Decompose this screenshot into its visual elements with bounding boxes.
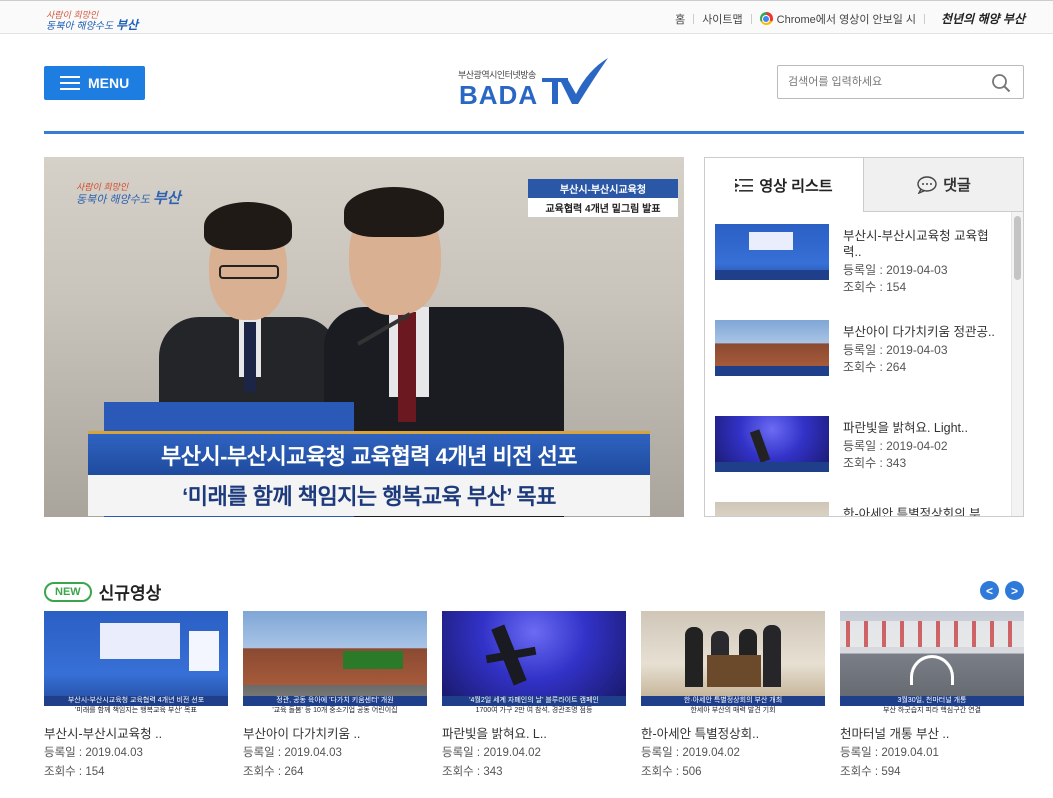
video-card[interactable]: 한·아세안 특별정상회의 부산 개최 한세아 부산의 매력 발견 기회 한-아세안… <box>641 611 825 781</box>
list-item-date: 등록일 : 2019-04-03 <box>843 263 948 277</box>
header-divider <box>44 131 1024 134</box>
video-card-views: 조회수 : 264 <box>243 766 304 778</box>
tab-video-list[interactable]: 영상 리스트 <box>705 158 864 212</box>
video-thumbnail[interactable]: 3월30일, 천마터널 개통 부산 하굿습지 피라 핵심구간 연결 <box>840 611 1024 716</box>
video-card-title[interactable]: 파란빛을 밝혀요. L.. <box>442 726 626 742</box>
new-videos-header: NEW 신규영상 <box>44 579 161 604</box>
main-video-player[interactable]: 사람이 희망인 동북아 해양수도 부산 부산시-부산시교육청 교육협력 4개년 … <box>44 157 684 517</box>
chevron-right-icon: > <box>1010 583 1018 598</box>
video-card-views: 조회수 : 343 <box>442 766 503 778</box>
video-thumbnail[interactable] <box>715 320 829 386</box>
divider <box>693 13 695 24</box>
list-item-title[interactable]: 부산시-부산시교육청 교육협력.. <box>843 228 1003 260</box>
video-card-views: 조회수 : 594 <box>840 766 901 778</box>
video-brand-logo: 사람이 희망인 동북아 해양수도 부산 <box>76 182 181 207</box>
video-card[interactable]: 3월30일, 천마터널 개통 부산 하굿습지 피라 핵심구간 연결 천마터널 개통… <box>840 611 1024 781</box>
search-box <box>777 65 1024 99</box>
video-card-date: 등록일 : 2019.04.02 <box>442 747 541 759</box>
video-card-views: 조회수 : 154 <box>44 766 105 778</box>
list-item-title[interactable]: 파란빛을 밝혀요. Light.. <box>843 420 1003 436</box>
video-caption: 부산시-부산시교육청 교육협력 4개년 비전 선포 ‘미래를 함께 책임지는 행… <box>88 431 650 516</box>
scrollbar-thumb[interactable] <box>1014 216 1021 280</box>
new-badge: NEW <box>44 581 92 602</box>
top-utility-bar: 사람이 희망인 동북아 해양수도 부산 홈 사이트맵 Chrome에서 영상이 … <box>0 0 1053 34</box>
video-card[interactable]: 정관, 공동 육아에 '다가치 키움센터' 개원 '교육 돌봄' 등 10개 중소… <box>243 611 427 781</box>
list-item-views: 조회수 : 264 <box>843 360 907 374</box>
chrome-icon <box>759 12 773 25</box>
carousel-prev-button[interactable]: < <box>980 581 999 600</box>
tab-comments[interactable]: 댓글 <box>864 158 1023 212</box>
video-card[interactable]: 부산시-부산시교육청 교육협력 4개년 비전 선포 '미래를 함께 책임지는 행복… <box>44 611 228 781</box>
hamburger-icon <box>60 76 80 90</box>
comment-icon <box>917 175 937 194</box>
home-link[interactable]: 홈 <box>675 11 685 27</box>
video-top-caption: 부산시-부산시교육청 교육협력 4개년 밑그림 발표 <box>528 179 678 217</box>
tv-mark-icon <box>542 58 608 104</box>
list-item-date: 등록일 : 2019-04-03 <box>843 343 948 357</box>
list-item-views: 조회수 : 343 <box>843 456 907 470</box>
video-thumbnail[interactable] <box>715 416 829 482</box>
video-side-panel: 영상 리스트 댓글 부산시-부산시교육청 교육협력.. 등록일 : 2019-0… <box>704 157 1024 517</box>
menu-label: MENU <box>88 75 130 91</box>
side-tabs: 영상 리스트 댓글 <box>705 158 1023 212</box>
side-list-scrollbar[interactable] <box>1011 212 1023 516</box>
bada-tv-logo[interactable]: 부산광역시인터넷방송 BADA <box>458 56 608 110</box>
carousel-next-button[interactable]: > <box>1005 581 1024 600</box>
tab-video-list-label: 영상 리스트 <box>759 177 833 195</box>
video-thumbnail[interactable]: 정관, 공동 육아에 '다가치 키움센터' 개원 '교육 돌봄' 등 10개 중소… <box>243 611 427 716</box>
logo-line-2: 동북아 해양수도 <box>46 21 114 32</box>
list-item[interactable]: 한-아세안 특별정상회의 부.. <box>715 502 1005 516</box>
busan-slogan-logo[interactable]: 사람이 희망인 동북아 해양수도 부산 <box>46 10 138 32</box>
search-input[interactable] <box>788 74 988 90</box>
video-card-date: 등록일 : 2019.04.03 <box>44 747 143 759</box>
video-thumbnail[interactable] <box>715 502 829 516</box>
video-thumbnail[interactable]: '4월2일 세계 자폐인의 날' 블루라이트 캠페인 1700여 가구 2만 여 … <box>442 611 626 716</box>
chevron-left-icon: < <box>985 583 993 598</box>
busan-slogan[interactable]: 천년의 해양 부산 <box>941 10 1025 27</box>
chrome-notice-link[interactable]: Chrome에서 영상이 안보일 시 <box>777 11 916 27</box>
video-thumbnail[interactable]: 한·아세안 특별정상회의 부산 개최 한세아 부산의 매력 발견 기회 <box>641 611 825 716</box>
list-item-title[interactable]: 한-아세안 특별정상회의 부.. <box>843 506 1003 516</box>
video-card-date: 등록일 : 2019.04.03 <box>243 747 342 759</box>
video-card-title[interactable]: 부산아이 다가치키움 .. <box>243 726 427 742</box>
video-thumbnail[interactable] <box>715 224 829 290</box>
video-card-views: 조회수 : 506 <box>641 766 702 778</box>
list-item[interactable]: 부산아이 다가치키움 정관공.. 등록일 : 2019-04-03 조회수 : … <box>715 320 1005 388</box>
tab-comments-label: 댓글 <box>943 177 971 194</box>
list-icon <box>735 179 754 192</box>
video-card-title[interactable]: 부산시-부산시교육청 .. <box>44 726 228 742</box>
logo-city: 부산 <box>115 18 139 32</box>
divider <box>924 13 926 24</box>
video-card[interactable]: '4월2일 세계 자폐인의 날' 블루라이트 캠페인 1700여 가구 2만 여 … <box>442 611 626 781</box>
list-item[interactable]: 부산시-부산시교육청 교육협력.. 등록일 : 2019-04-03 조회수 :… <box>715 224 1005 294</box>
logo-text: BADA <box>459 80 539 110</box>
list-item-date: 등록일 : 2019-04-02 <box>843 439 948 453</box>
utility-links: 홈 사이트맵 Chrome에서 영상이 안보일 시 천년의 해양 부산 <box>675 10 1025 27</box>
divider <box>750 13 752 24</box>
list-item-views: 조회수 : 154 <box>843 280 907 294</box>
list-item-title[interactable]: 부산아이 다가치키움 정관공.. <box>843 324 1003 340</box>
video-card-title[interactable]: 천마터널 개통 부산 .. <box>840 726 1024 742</box>
side-video-list: 부산시-부산시교육청 교육협력.. 등록일 : 2019-04-03 조회수 :… <box>705 212 1011 516</box>
list-item[interactable]: 파란빛을 밝혀요. Light.. 등록일 : 2019-04-02 조회수 :… <box>715 416 1005 484</box>
video-thumbnail[interactable]: 부산시-부산시교육청 교육협력 4개년 비전 선포 '미래를 함께 책임지는 행복… <box>44 611 228 716</box>
video-card-title[interactable]: 한-아세안 특별정상회.. <box>641 726 825 742</box>
video-card-date: 등록일 : 2019.04.02 <box>641 747 740 759</box>
new-videos-title: 신규영상 <box>98 584 162 603</box>
sitemap-link[interactable]: 사이트맵 <box>702 11 742 27</box>
search-icon[interactable] <box>991 73 1011 93</box>
menu-button[interactable]: MENU <box>44 66 145 100</box>
video-card-date: 등록일 : 2019.04.01 <box>840 747 939 759</box>
